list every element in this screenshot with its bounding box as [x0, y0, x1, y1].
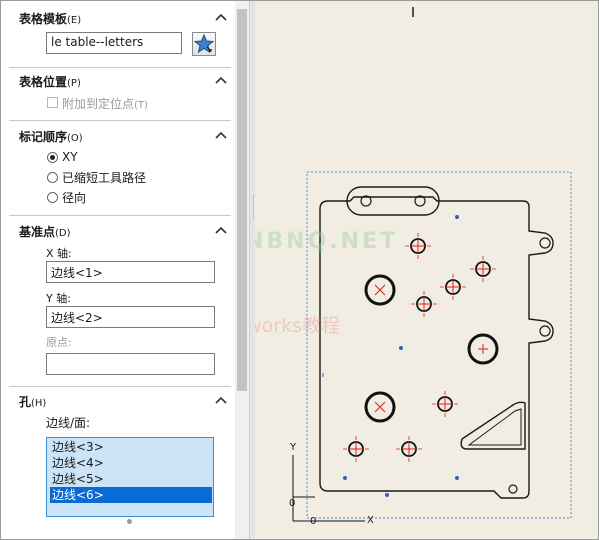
- y-axis-label: Y: [290, 442, 297, 453]
- list-item[interactable]: 边线<3>: [50, 439, 212, 455]
- list-item[interactable]: 边线<5>: [50, 471, 212, 487]
- chevron-up-icon[interactable]: [215, 130, 227, 140]
- radio-radial[interactable]: [47, 192, 58, 203]
- property-manager: 表格模板(E) le table--letters 表格位置(P) 附加到定位点…: [1, 1, 234, 539]
- chevron-up-icon[interactable]: [215, 75, 227, 85]
- hole-large[interactable]: [364, 274, 396, 306]
- section-title: 孔(H): [19, 395, 47, 409]
- ear-hole: [539, 325, 551, 337]
- selection-box: [306, 171, 572, 519]
- pocket-inner: [467, 408, 522, 446]
- attach-to-anchor-label: 附加到定位点(T): [62, 97, 148, 111]
- section-tag-order-header[interactable]: 标记顺序(O): [9, 127, 231, 147]
- list-item-selected[interactable]: 边线<6>: [50, 487, 212, 503]
- table-template-input[interactable]: le table--letters: [46, 32, 182, 54]
- origin-x-label: 0: [310, 516, 317, 527]
- x-axis-label: X 轴:: [46, 247, 72, 260]
- watermark-domain: NBNQ.NET: [255, 229, 399, 254]
- resize-grip[interactable]: [127, 519, 132, 524]
- panel-scrollbar[interactable]: [235, 1, 249, 539]
- list-item[interactable]: 边线<4>: [50, 455, 212, 471]
- hole-small[interactable]: [343, 436, 369, 462]
- hole-small[interactable]: [396, 436, 422, 462]
- x-axis-input[interactable]: 边线<1>: [46, 261, 215, 283]
- radio-xy-label: XY: [62, 150, 78, 164]
- separator: [9, 215, 231, 216]
- edges-faces-label: 边线/面:: [46, 416, 91, 430]
- section-datum-header[interactable]: 基准点(D): [9, 222, 231, 242]
- hole-small[interactable]: [440, 274, 466, 300]
- radio-shortened-path-label: 已缩短工具路径: [62, 171, 147, 185]
- section-table-position-header[interactable]: 表格位置(P): [9, 72, 231, 92]
- hole-small[interactable]: [405, 233, 431, 259]
- section-title: 标记顺序(O): [19, 130, 83, 144]
- corner-hole: [508, 484, 518, 494]
- pocket: [460, 401, 526, 450]
- radio-xy[interactable]: [47, 152, 58, 163]
- watermark-text: 泥老师solidworks教程: [255, 315, 341, 337]
- hole-small[interactable]: [470, 256, 496, 282]
- radio-shortened-path[interactable]: [47, 172, 58, 183]
- section-table-template-header[interactable]: 表格模板(E): [9, 9, 231, 29]
- hole-small[interactable]: [432, 391, 458, 417]
- origin-label: 原点:: [46, 336, 72, 349]
- origin-input[interactable]: [46, 353, 215, 375]
- star-icon: [193, 33, 215, 54]
- attach-to-anchor-checkbox[interactable]: [47, 97, 58, 108]
- separator: [9, 120, 231, 121]
- hole-small[interactable]: [411, 291, 437, 317]
- separator: [9, 386, 231, 387]
- section-title: 表格位置(P): [19, 75, 81, 89]
- table-template-browse-button[interactable]: [192, 32, 216, 56]
- app-window: 表格模板(E) le table--letters 表格位置(P) 附加到定位点…: [0, 0, 599, 540]
- chevron-up-icon[interactable]: [215, 395, 227, 405]
- origin-y-label: 0: [289, 498, 296, 509]
- chevron-up-icon[interactable]: [215, 225, 227, 235]
- separator: [9, 67, 231, 68]
- x-axis-label: X: [367, 515, 374, 526]
- ear-hole: [539, 237, 551, 249]
- hole-large[interactable]: [467, 333, 499, 365]
- section-title: 基准点(D): [19, 225, 71, 239]
- hole-large[interactable]: [364, 391, 396, 423]
- edges-faces-list[interactable]: 边线<3> 边线<4> 边线<5> 边线<6>: [46, 437, 214, 517]
- graphics-area[interactable]: NBNQ.NET 泥老师solidworks教程 Y X 0 0: [255, 1, 598, 539]
- section-title: 表格模板(E): [19, 12, 82, 26]
- y-axis-input[interactable]: 边线<2>: [46, 306, 215, 328]
- section-holes-header[interactable]: 孔(H): [9, 392, 231, 412]
- y-axis-label: Y 轴:: [46, 292, 71, 305]
- chevron-up-icon[interactable]: [215, 12, 227, 22]
- drawing-sheet: [292, 7, 572, 522]
- radio-radial-label: 径向: [62, 191, 87, 205]
- scrollbar-thumb[interactable]: [237, 9, 247, 391]
